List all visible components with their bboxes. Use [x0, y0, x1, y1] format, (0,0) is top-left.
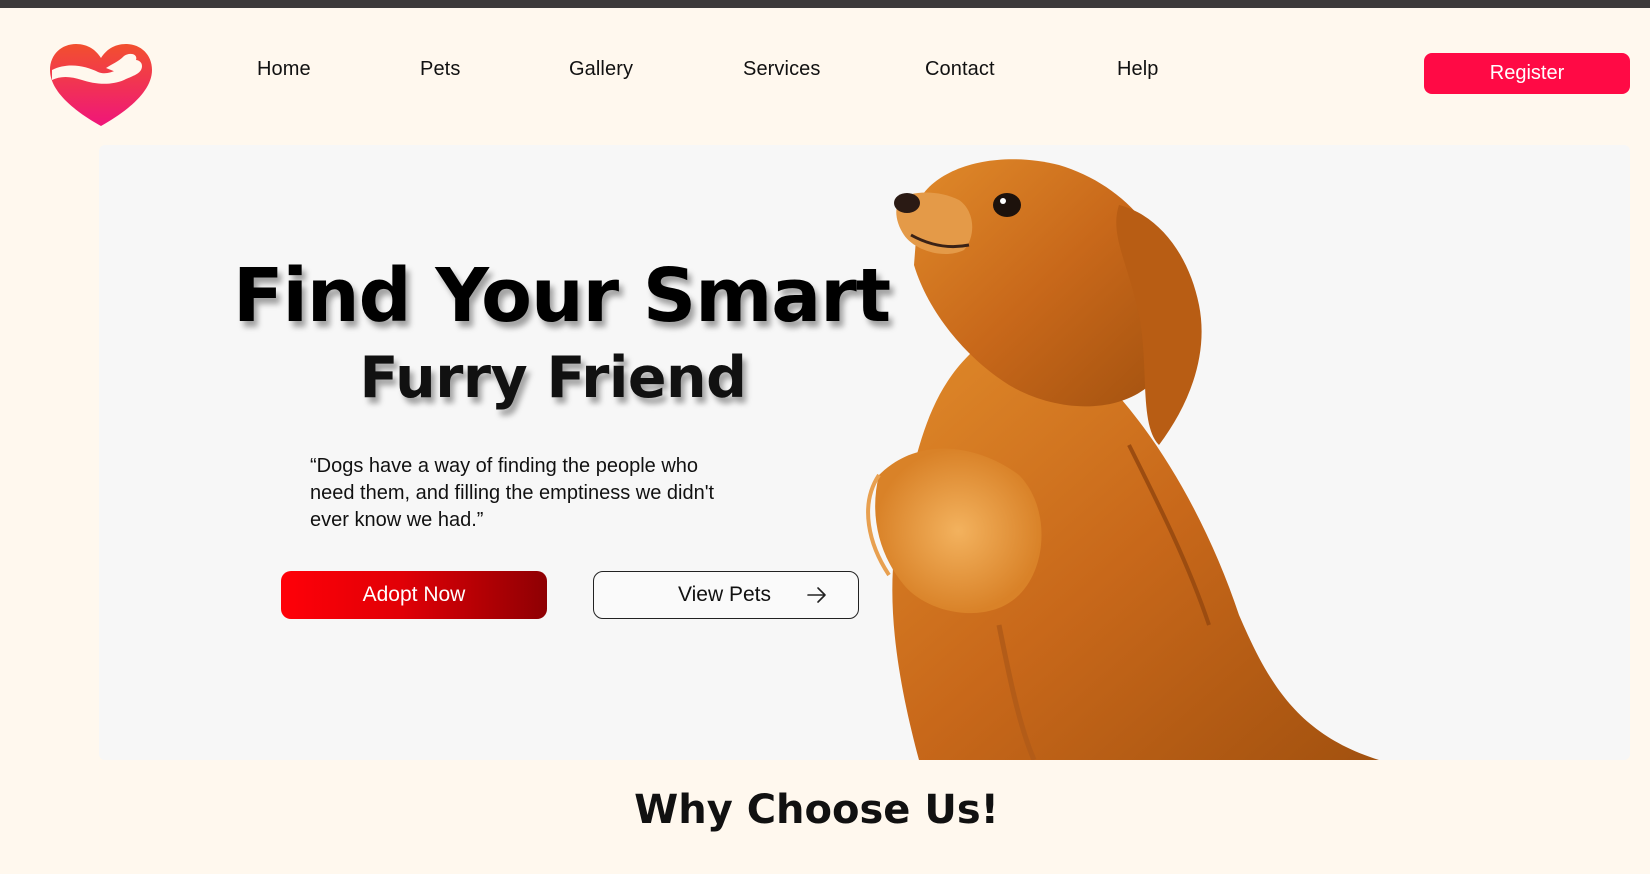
view-pets-button[interactable]: View Pets: [593, 571, 859, 619]
nav-home[interactable]: Home: [257, 58, 311, 81]
hero-title: Find Your Smart: [233, 253, 891, 339]
nav-pets[interactable]: Pets: [420, 58, 460, 81]
register-button[interactable]: Register: [1424, 53, 1630, 94]
heart-hand-logo-icon[interactable]: [46, 40, 156, 130]
view-pets-label: View Pets: [678, 583, 771, 606]
adopt-now-button[interactable]: Adopt Now: [281, 571, 547, 619]
hero-banner: Find Your Smart Furry Friend “Dogs have …: [99, 145, 1630, 760]
hero-quote: “Dogs have a way of finding the people w…: [310, 455, 715, 531]
why-choose-us-heading: Why Choose Us!: [634, 787, 999, 833]
nav-contact[interactable]: Contact: [925, 58, 995, 81]
nav-services[interactable]: Services: [743, 58, 821, 81]
top-bar: [0, 0, 1650, 8]
nav-help[interactable]: Help: [1117, 58, 1159, 81]
arrow-right-icon: [807, 587, 826, 603]
nav-gallery[interactable]: Gallery: [569, 58, 633, 81]
hero-subtitle: Furry Friend: [359, 345, 747, 411]
